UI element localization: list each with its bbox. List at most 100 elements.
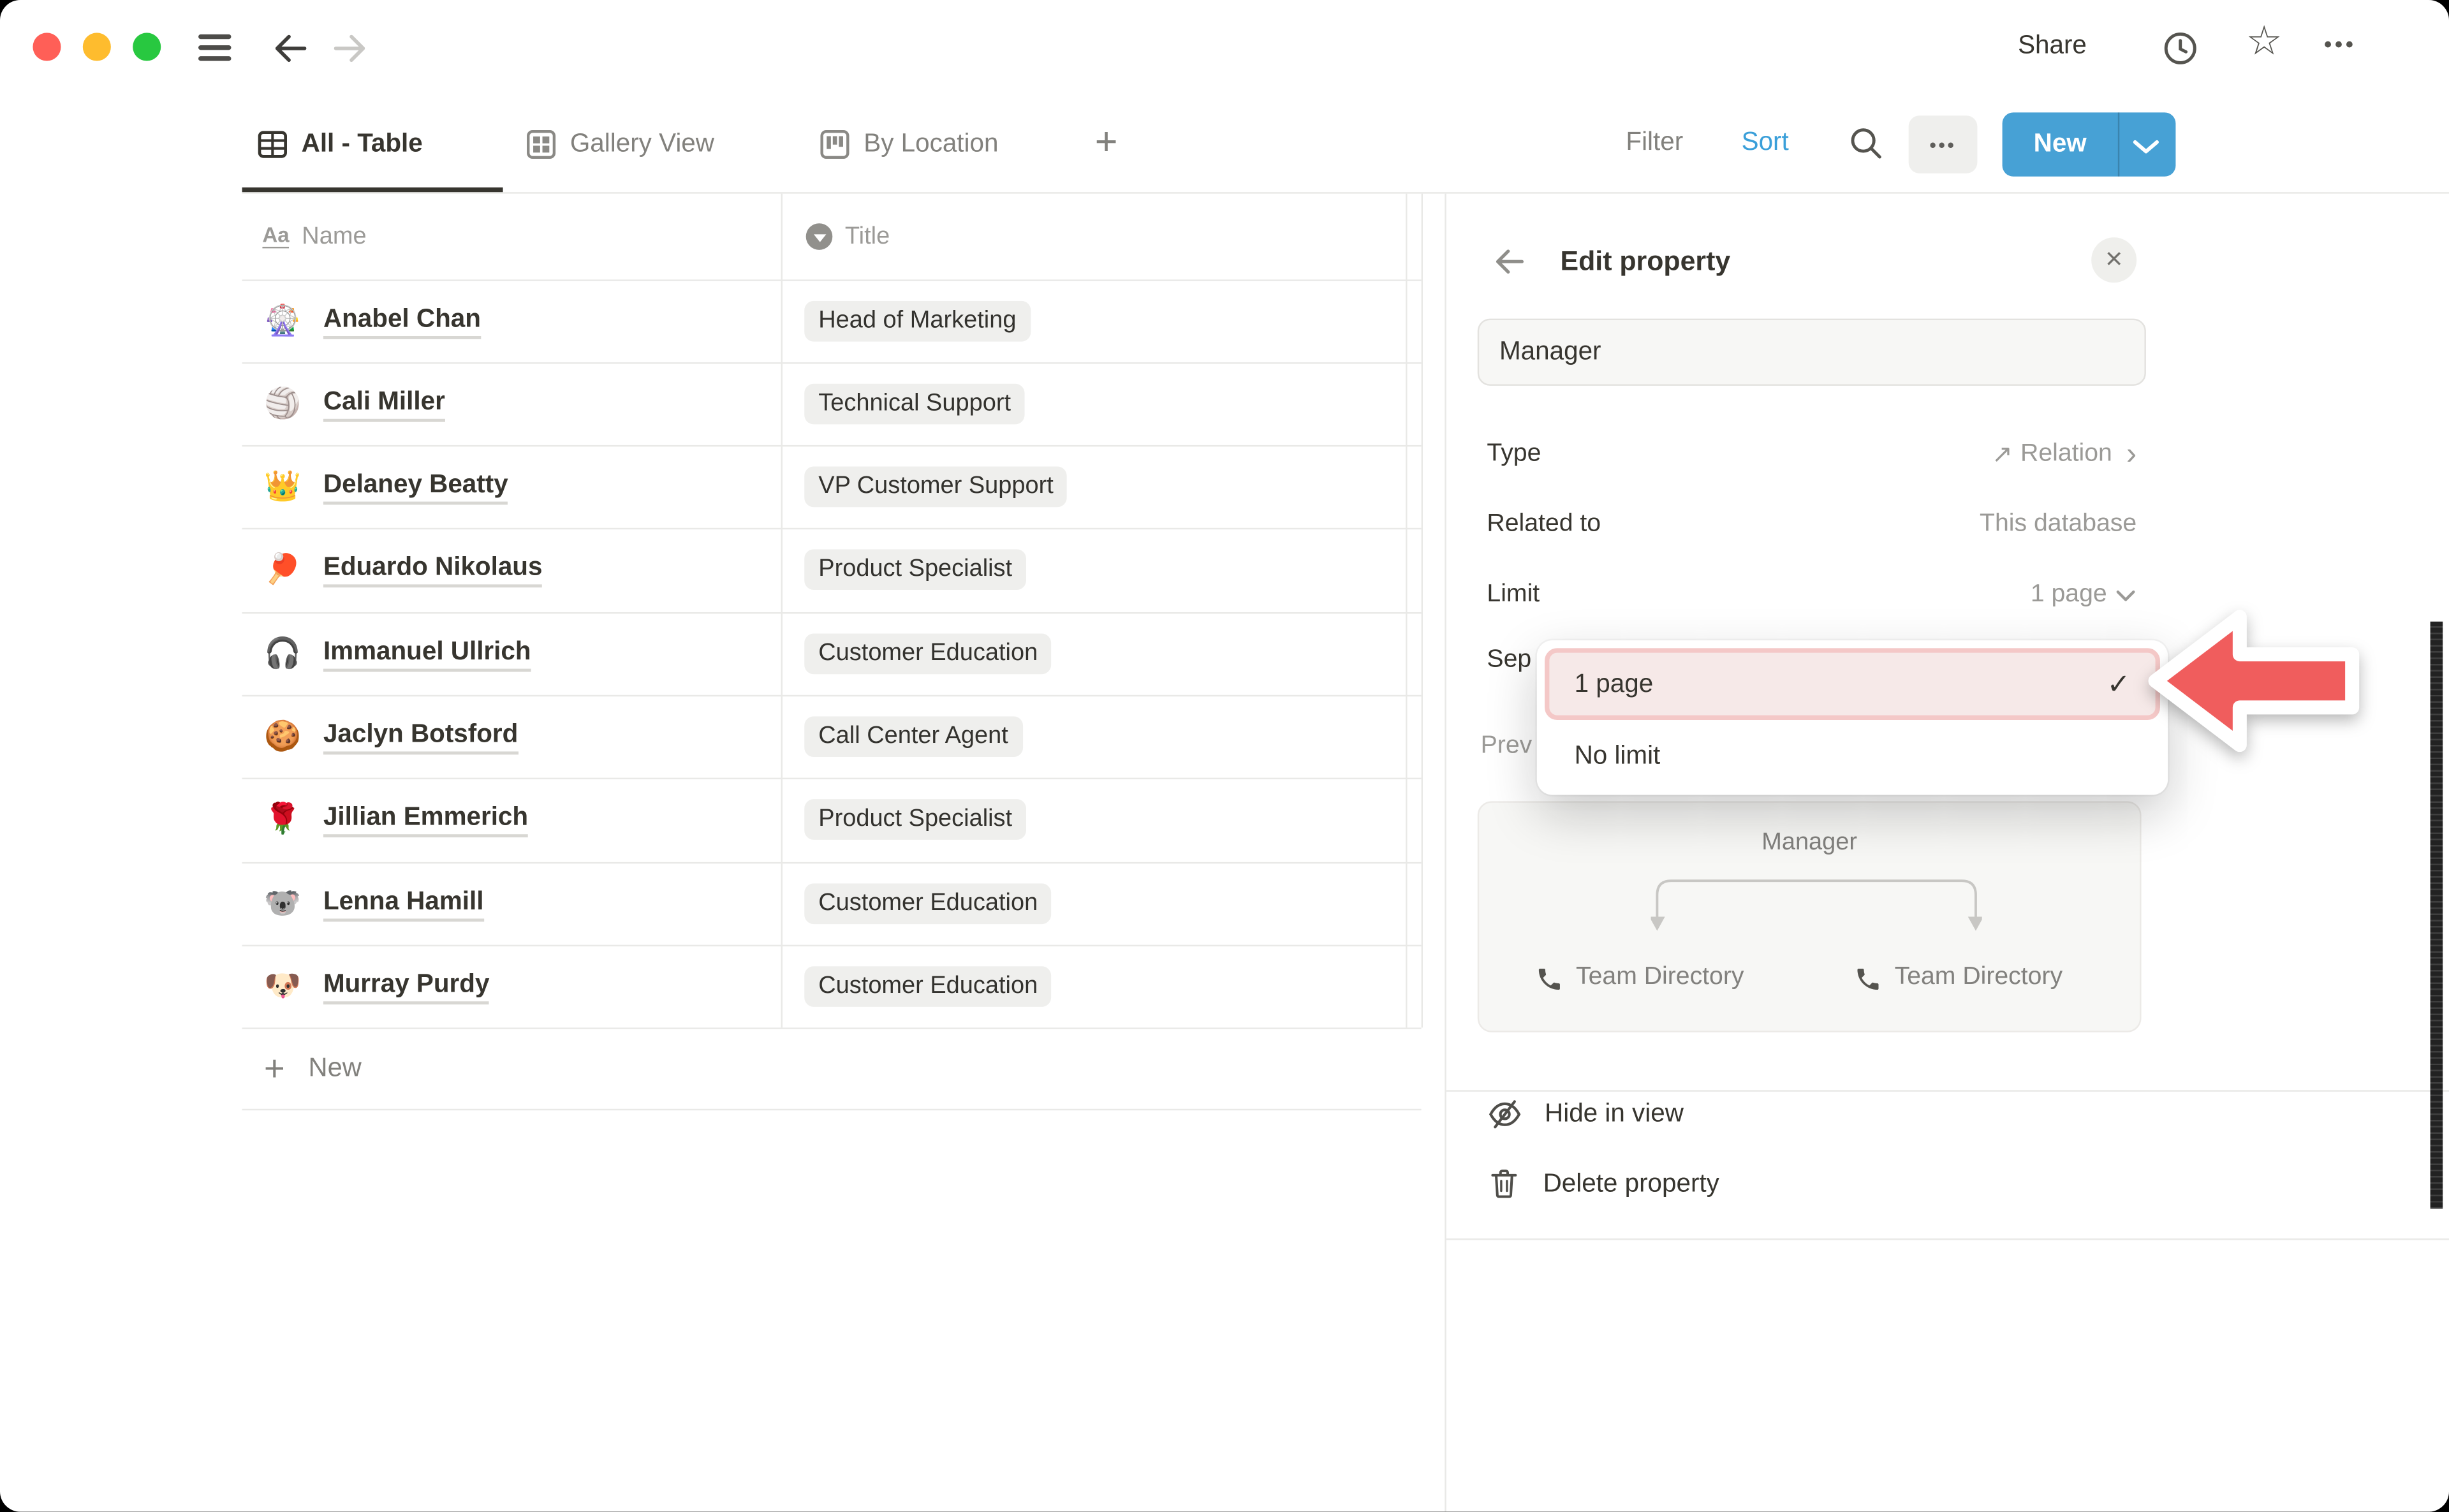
row-emoji-icon: 🐨 — [262, 888, 303, 918]
annotation-arrow-icon — [2143, 603, 2362, 759]
property-name-input[interactable]: Manager — [1478, 319, 2146, 386]
table-row[interactable]: 🌹 Jillian Emmerich Product Specialist — [242, 778, 1422, 861]
table-row[interactable]: 🏐 Cali Miller Technical Support — [242, 362, 1422, 445]
new-button[interactable]: New — [2003, 112, 2118, 176]
relation-preview-box: Manager Team Directory Team Directory — [1478, 801, 2142, 1032]
row-emoji-icon: 🏓 — [262, 554, 303, 584]
panel-title: Edit property — [1561, 245, 1731, 277]
tab-gallery-view[interactable]: Gallery View — [526, 112, 714, 175]
panel-divider — [1445, 194, 1446, 1512]
field-label: Limit — [1487, 581, 1540, 609]
row-title-tag[interactable]: Customer Education — [804, 633, 1052, 674]
table-row[interactable]: 🏓 Eduardo Nikolaus Product Specialist — [242, 528, 1422, 611]
row-emoji-icon: 🏐 — [262, 389, 303, 419]
column-header-title[interactable]: Title — [806, 194, 890, 280]
preview-child-label: Team Directory — [1576, 964, 1744, 992]
row-name-link[interactable]: Cali Miller — [323, 385, 445, 422]
preview-child-label: Team Directory — [1895, 964, 2063, 992]
board-view-icon — [820, 129, 850, 159]
row-title-tag[interactable]: Customer Education — [804, 965, 1052, 1007]
row-name-link[interactable]: Immanuel Ullrich — [323, 635, 531, 672]
row-emoji-icon: 👑 — [262, 472, 303, 502]
row-name-link[interactable]: Delaney Beatty — [323, 468, 508, 505]
row-emoji-icon: 🍪 — [262, 721, 303, 751]
row-emoji-icon: 🐶 — [262, 971, 303, 1001]
add-view-icon[interactable]: + — [1095, 119, 1118, 165]
table-right-border — [1406, 194, 1407, 1028]
tab-all-table[interactable]: All - Table — [258, 112, 423, 175]
row-name-link[interactable]: Anabel Chan — [323, 302, 481, 339]
panel-bottom-divider — [1446, 1238, 2449, 1240]
phone-icon — [1535, 965, 1563, 993]
field-row-related-to[interactable]: Related to This database — [1487, 494, 2136, 556]
active-tab-underline — [242, 187, 503, 192]
delete-property-button[interactable]: Delete property — [1487, 1149, 2112, 1218]
panel-back-icon[interactable] — [1492, 244, 1527, 279]
tab-label: All - Table — [302, 129, 423, 159]
select-property-icon — [806, 223, 833, 250]
history-clock-icon[interactable] — [2160, 28, 2201, 69]
row-name-link[interactable]: Murray Purdy — [323, 968, 490, 1005]
hamburger-menu-icon[interactable] — [198, 34, 231, 61]
add-row-button[interactable]: + New — [242, 1027, 1422, 1108]
toolbar-divider — [242, 192, 2449, 193]
eye-off-icon — [1487, 1096, 1522, 1131]
row-title-tag[interactable]: Customer Education — [804, 883, 1052, 924]
row-name-link[interactable]: Jillian Emmerich — [323, 801, 528, 838]
traffic-light-close-icon[interactable] — [33, 33, 61, 61]
limit-dropdown-menu: 1 page ✓ No limit — [1537, 640, 2168, 795]
table-row[interactable]: 🎡Anabel ChanHead of Marketing — [242, 279, 1422, 362]
dropdown-option-no-limit[interactable]: No limit — [1545, 723, 2160, 789]
row-emoji-icon: 🌹 — [262, 804, 303, 834]
new-split-button[interactable]: New — [2003, 112, 2176, 176]
column-header-name[interactable]: Aa Name — [262, 194, 366, 280]
table-row[interactable]: 👑 Delaney Beatty VP Customer Support — [242, 445, 1422, 528]
clipped-separate-label: Sep — [1487, 647, 1531, 675]
dropdown-option-1-page[interactable]: 1 page ✓ — [1545, 648, 2160, 720]
field-row-limit[interactable]: Limit 1 page — [1487, 564, 2136, 626]
sort-button[interactable]: Sort — [1742, 128, 1789, 158]
row-title-tag[interactable]: Call Center Agent — [804, 716, 1022, 757]
new-button-chevron-down-icon[interactable] — [2132, 139, 2160, 154]
row-title-tag[interactable]: Product Specialist — [804, 798, 1026, 840]
field-row-type[interactable]: Type ↗ Relation › — [1487, 423, 2136, 486]
screenshot-stage: Share ☆ ••• All - Table Gallery View By … — [0, 0, 2449, 1512]
nav-back-icon[interactable] — [270, 28, 311, 69]
table-row[interactable]: 🐶 Murray Purdy Customer Education — [242, 945, 1422, 1028]
traffic-light-zoom-icon[interactable] — [133, 33, 161, 61]
action-label: Delete property — [1543, 1169, 1719, 1199]
trash-icon — [1487, 1166, 1521, 1201]
column-divider[interactable] — [781, 194, 782, 1028]
screenshot-edge-artifact — [2431, 622, 2443, 1209]
table-row[interactable]: 🎧Immanuel UllrichCustomer Education — [242, 612, 1422, 695]
row-name-link[interactable]: Lenna Hamill — [323, 885, 484, 922]
field-value: 1 page — [2031, 581, 2107, 609]
row-title-tag[interactable]: VP Customer Support — [804, 466, 1068, 507]
phone-icon — [1854, 965, 1882, 993]
table-row[interactable]: 🍪 Jaclyn Botsford Call Center Agent — [242, 695, 1422, 778]
favorite-star-icon[interactable]: ☆ — [2246, 20, 2283, 61]
traffic-light-minimize-icon[interactable] — [83, 33, 111, 61]
view-options-icon[interactable]: ••• — [1909, 115, 1978, 173]
title-property-icon: Aa — [262, 224, 289, 249]
row-name-link[interactable]: Jaclyn Botsford — [323, 718, 518, 755]
nav-forward-icon[interactable] — [330, 28, 371, 69]
hide-in-view-button[interactable]: Hide in view — [1487, 1079, 2112, 1148]
row-title-tag[interactable]: Head of Marketing — [804, 300, 1030, 342]
filter-button[interactable]: Filter — [1626, 128, 1683, 158]
add-row-label: New — [309, 1053, 362, 1084]
close-icon[interactable]: × — [2091, 237, 2136, 283]
table-edge-border — [1422, 194, 1423, 1028]
share-button[interactable]: Share — [2018, 31, 2087, 61]
tab-by-location[interactable]: By Location — [820, 112, 999, 175]
row-name-link[interactable]: Eduardo Nikolaus — [323, 551, 543, 588]
new-button-divider — [2118, 112, 2119, 176]
search-icon[interactable] — [1848, 125, 1885, 163]
chevron-down-icon — [2115, 588, 2136, 602]
relation-branch-arrows — [1651, 874, 1982, 943]
window-more-icon[interactable]: ••• — [2324, 31, 2357, 56]
row-title-tag[interactable]: Product Specialist — [804, 548, 1026, 590]
table-row[interactable]: 🐨 Lenna Hamill Customer Education — [242, 862, 1422, 945]
field-label: Related to — [1487, 511, 1601, 539]
row-title-tag[interactable]: Technical Support — [804, 383, 1025, 424]
